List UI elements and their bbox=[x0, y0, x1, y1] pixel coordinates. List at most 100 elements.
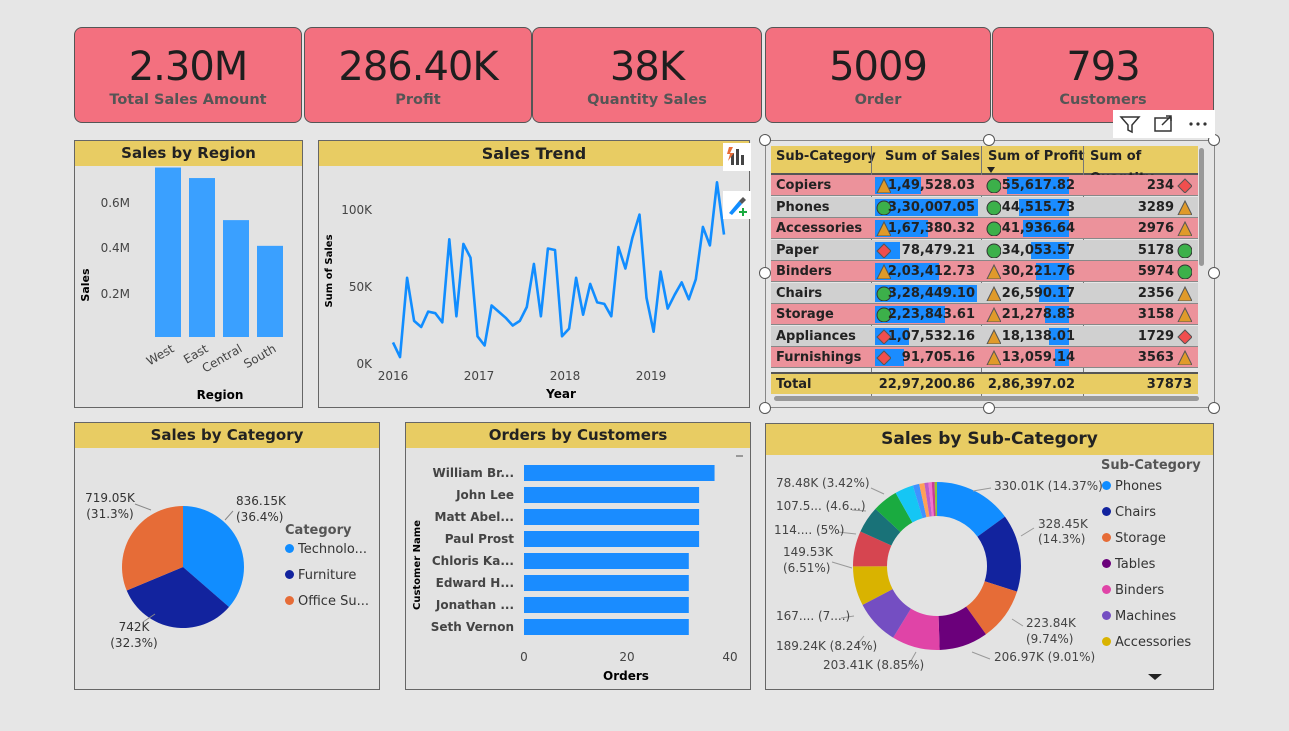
y-tick-label: Paul Prost bbox=[445, 532, 515, 546]
customer-bar[interactable] bbox=[524, 509, 700, 525]
x-axis-title: Year bbox=[545, 387, 576, 401]
resize-handle[interactable] bbox=[983, 134, 995, 146]
customer-bar[interactable] bbox=[524, 597, 689, 613]
leader-line bbox=[224, 510, 234, 521]
slice-label: 330.01K (14.37%) bbox=[994, 479, 1103, 493]
legend-label: Technolo... bbox=[298, 542, 368, 557]
customer-bar[interactable] bbox=[524, 619, 689, 635]
table-header-row: Sub-Category Sum of Sales Sum of Profit … bbox=[771, 146, 1198, 186]
column-header[interactable]: Sub-Category bbox=[776, 146, 876, 167]
resize-handle[interactable] bbox=[759, 134, 771, 146]
resize-handle[interactable] bbox=[1208, 402, 1220, 414]
sales-value: 3,28,449.10 bbox=[887, 285, 975, 301]
legend-dot bbox=[1102, 481, 1111, 490]
legend-item[interactable]: Chairs bbox=[1102, 505, 1156, 520]
filter-icon[interactable] bbox=[1115, 110, 1145, 138]
slice-label: 328.45K bbox=[1038, 517, 1089, 531]
region-bar-chart[interactable]: Sales Region 0.2M 0.4M 0.6M West EastCent… bbox=[75, 167, 302, 407]
quantity-value: 1729 bbox=[1137, 328, 1174, 344]
legend-dot bbox=[1102, 559, 1111, 568]
scrollbar-thumb[interactable] bbox=[736, 455, 743, 457]
panel-title: Sales by Sub-Category bbox=[766, 424, 1213, 455]
table-row[interactable]: Furnishings 91,705.16 13,059.14 3563 bbox=[771, 347, 1198, 368]
region-bar[interactable] bbox=[189, 178, 215, 337]
x-tick-label: 40 bbox=[722, 650, 737, 664]
leader-line bbox=[831, 561, 853, 569]
customer-bar[interactable] bbox=[524, 553, 689, 569]
legend-item-furniture[interactable]: Furniture bbox=[285, 568, 356, 583]
resize-handle[interactable] bbox=[983, 402, 995, 414]
customer-bar[interactable] bbox=[524, 487, 700, 503]
sort-descending-icon[interactable] bbox=[987, 167, 995, 173]
legend-item[interactable]: Accessories bbox=[1102, 635, 1191, 650]
vertical-scrollbar[interactable] bbox=[1199, 148, 1204, 266]
table-row[interactable]: Chairs 3,28,449.10 26,590.17 2356 bbox=[771, 282, 1198, 304]
panel-title: Sales Trend bbox=[319, 141, 749, 166]
smart-narrative-button[interactable] bbox=[723, 143, 751, 171]
region-bar[interactable] bbox=[257, 245, 283, 337]
table-row[interactable]: Storage 2,23,843.61 21,278.83 3158 bbox=[771, 304, 1198, 325]
legend-dot bbox=[285, 570, 294, 579]
subcategory-name: Appliances bbox=[776, 328, 856, 344]
legend-scroll-down-icon[interactable] bbox=[1148, 674, 1162, 680]
profit-value: 34,053.57 bbox=[1001, 242, 1075, 258]
resize-handle[interactable] bbox=[759, 402, 771, 414]
legend-label: Storage bbox=[1115, 531, 1166, 546]
table-row[interactable]: Accessories 1,67,380.32 41,936.64 2976 bbox=[771, 218, 1198, 239]
sales-by-subcategory-panel[interactable]: Sales by Sub-Category Sub-Category 330.0… bbox=[765, 423, 1214, 690]
column-header[interactable]: Sum of Sales bbox=[885, 146, 980, 167]
resize-handle[interactable] bbox=[759, 267, 771, 279]
circle-indicator-icon bbox=[986, 243, 1001, 258]
customer-bar[interactable] bbox=[524, 575, 689, 591]
y-tick-label: John Lee bbox=[455, 488, 514, 502]
legend-item-technology[interactable]: Technolo... bbox=[285, 542, 367, 557]
y-tick-label: Jonathan ... bbox=[435, 598, 514, 612]
kpi-label: Profit bbox=[395, 92, 441, 108]
column-header[interactable]: Sum of Quantity bbox=[1090, 146, 1198, 186]
customer-bar[interactable] bbox=[524, 531, 700, 547]
legend-dot bbox=[1102, 585, 1111, 594]
triangle-indicator-icon bbox=[986, 307, 1001, 322]
y-tick-label: Edward H... bbox=[436, 576, 514, 590]
triangle-indicator-icon bbox=[986, 328, 1001, 344]
triangle-indicator-icon bbox=[1177, 285, 1192, 301]
region-bar[interactable] bbox=[223, 220, 249, 337]
table-row[interactable]: Paper 78,479.21 34,053.57 5178 bbox=[771, 239, 1198, 261]
table-row[interactable]: Binders 2,03,412.73 30,221.76 5974 bbox=[771, 261, 1198, 282]
legend-title: Category bbox=[285, 523, 352, 538]
sales-by-category-panel[interactable]: Sales by Category 836.15K (36.4%) 742K (… bbox=[74, 422, 380, 690]
legend-label: Chairs bbox=[1115, 505, 1157, 520]
sales-trend-line-chart[interactable]: Sum of Sales Year 0K 50K 100K 2016 2017 … bbox=[319, 167, 749, 407]
format-brush-button[interactable] bbox=[723, 191, 751, 219]
legend-item[interactable]: Phones bbox=[1102, 479, 1162, 494]
circle-indicator-icon bbox=[986, 221, 1001, 236]
legend-item-office-supplies[interactable]: Office Su... bbox=[285, 594, 369, 609]
focus-mode-icon[interactable] bbox=[1149, 110, 1179, 138]
region-bar[interactable] bbox=[155, 167, 181, 337]
table-row[interactable]: Appliances 1,07,532.16 18,138.01 1729 bbox=[771, 325, 1198, 347]
sales-by-region-panel[interactable]: Sales by Region Sales Region 0.2M 0.4M 0… bbox=[74, 140, 303, 408]
legend-label: Furniture bbox=[298, 568, 357, 583]
legend-item[interactable]: Machines bbox=[1102, 609, 1176, 624]
legend-item[interactable]: Tables bbox=[1102, 557, 1155, 572]
orders-by-customers-panel[interactable]: Orders by Customers Customer Name Orders… bbox=[405, 422, 751, 690]
bar-chart-lightning-icon bbox=[727, 147, 744, 165]
customers-bar-chart[interactable]: Customer Name Orders 0 20 40 William Br.… bbox=[406, 449, 750, 689]
y-axis-title: Sum of Sales bbox=[324, 234, 335, 307]
leader-line bbox=[972, 487, 992, 492]
horizontal-scrollbar[interactable] bbox=[774, 396, 1199, 401]
table-row[interactable]: Copiers 1,49,528.03 55,617.82 234 bbox=[771, 175, 1198, 196]
x-tick-label: West bbox=[144, 341, 177, 368]
triangle-indicator-icon bbox=[1177, 221, 1192, 236]
legend-item[interactable]: Binders bbox=[1102, 583, 1164, 598]
column-header[interactable]: Sum of Profit bbox=[988, 146, 1085, 167]
legend-item[interactable]: Storage bbox=[1102, 531, 1166, 546]
sales-trend-line[interactable] bbox=[391, 181, 726, 359]
customer-bar[interactable] bbox=[524, 465, 715, 481]
x-axis-title: Region bbox=[197, 388, 244, 402]
sales-trend-panel[interactable]: Sales Trend Sum of Sales Year 0K 50K 100… bbox=[318, 140, 751, 408]
table-row[interactable]: Phones 3,30,007.05 44,515.73 3289 bbox=[771, 196, 1198, 218]
more-options-icon[interactable] bbox=[1183, 110, 1213, 138]
resize-handle[interactable] bbox=[1208, 267, 1220, 279]
circle-indicator-icon bbox=[986, 200, 1001, 215]
